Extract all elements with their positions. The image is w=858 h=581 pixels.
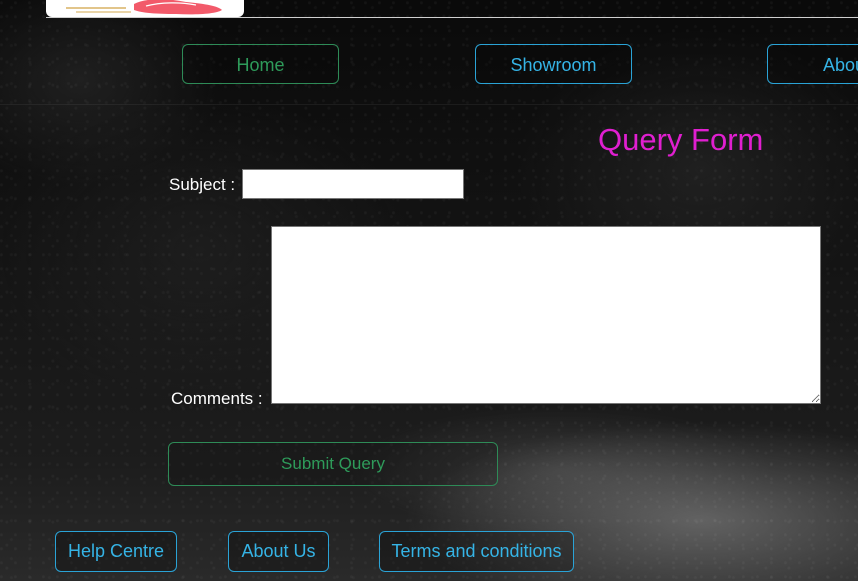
comments-label: Comments : [171,389,263,408]
footer-help-centre-button[interactable]: Help Centre [55,531,177,572]
form-title: Query Form [598,122,764,157]
nav-about-button[interactable]: About [767,44,858,84]
subject-input[interactable] [242,169,464,199]
subject-label: Subject : [169,175,236,194]
nav-home-button[interactable]: Home [182,44,339,84]
header-divider [46,17,858,18]
nav-divider [0,104,858,105]
footer-terms-button[interactable]: Terms and conditions [379,531,574,572]
car-logo-icon [66,0,222,15]
comments-textarea[interactable] [271,226,821,404]
submit-query-button[interactable]: Submit Query [168,442,498,486]
footer-about-us-button[interactable]: About Us [228,531,329,572]
site-logo[interactable] [46,0,244,17]
nav-showroom-button[interactable]: Showroom [475,44,632,84]
